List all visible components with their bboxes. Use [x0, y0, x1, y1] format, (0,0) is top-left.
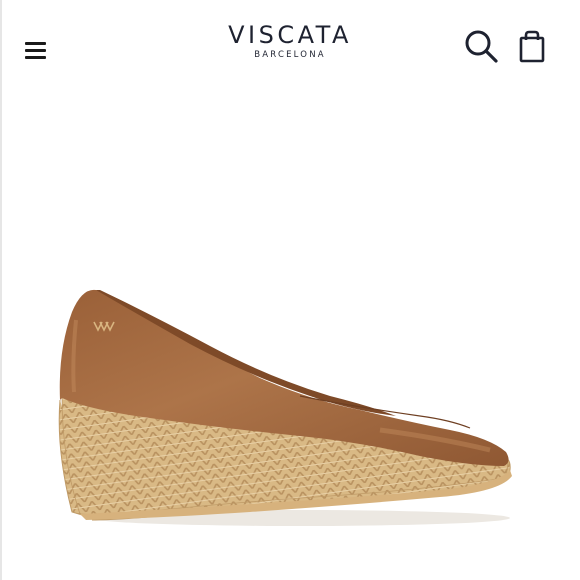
brand-subtitle: BARCELONA [254, 50, 326, 60]
site-header: VISCATA BARCELONA [0, 0, 580, 100]
cart-button[interactable] [514, 28, 550, 66]
menu-button[interactable] [22, 38, 50, 62]
brand-logo[interactable]: VISCATA BARCELONA [190, 20, 390, 60]
brand-name: VISCATA [228, 21, 352, 49]
shopping-bag-icon [519, 30, 545, 63]
search-button[interactable] [462, 28, 500, 66]
product-image-area [0, 100, 580, 580]
search-icon [465, 30, 498, 63]
product-image[interactable] [0, 100, 580, 580]
